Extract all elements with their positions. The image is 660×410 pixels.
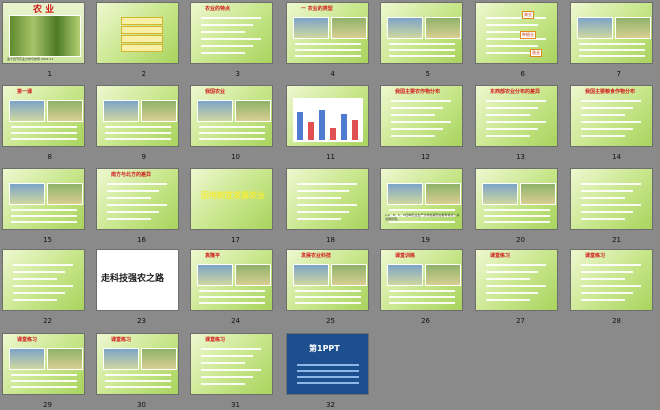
slide-thumbnail-27[interactable]: 课堂练习	[475, 249, 558, 311]
slide-thumbnail-1[interactable]: 农 业第十四节农业分布与布局 2024 01	[2, 2, 85, 64]
slide-thumbnail-23[interactable]: 走科技强农之路	[96, 249, 179, 311]
slide-thumbnail-2[interactable]	[96, 2, 179, 64]
slide-number: 1	[47, 70, 52, 78]
slide-thumbnail-18[interactable]	[286, 168, 369, 230]
slide-number: 28	[612, 317, 621, 325]
slide-thumbnail-5[interactable]	[380, 2, 463, 64]
slide-thumbnail-8[interactable]: 第一课	[2, 85, 85, 147]
slide-number: 23	[137, 317, 146, 325]
slide-number: 4	[330, 70, 335, 78]
slide-thumbnail-31[interactable]: 课堂练习	[190, 333, 273, 395]
slide-number: 14	[612, 153, 621, 161]
slide-thumbnail-10[interactable]: 我国农业	[190, 85, 273, 147]
slide-number: 27	[516, 317, 525, 325]
slide-number: 20	[516, 236, 525, 244]
slide-number: 26	[421, 317, 430, 325]
slide-number: 8	[47, 153, 52, 161]
slide-number: 15	[43, 236, 52, 244]
slide-thumbnail-16[interactable]: 南方与北方的差异	[96, 168, 179, 230]
slide-number: 10	[231, 153, 240, 161]
slide-number: 30	[137, 401, 146, 409]
slide-thumbnail-14[interactable]: 我国主要粮食作物分布	[570, 85, 653, 147]
slide-number: 24	[231, 317, 240, 325]
slide-thumbnail-25[interactable]: 发展农业科技	[286, 249, 369, 311]
slide-thumbnail-3[interactable]: 农业的特点	[190, 2, 273, 64]
slide-thumbnail-11[interactable]	[286, 85, 369, 147]
slide-thumbnail-9[interactable]	[96, 85, 179, 147]
slide-number: 32	[326, 401, 335, 409]
slide-number: 18	[326, 236, 335, 244]
slide-thumbnail-30[interactable]: 课堂练习	[96, 333, 179, 395]
slide-thumbnail-17[interactable]: 因地制宜发展农业	[190, 168, 273, 230]
slide-thumbnail-28[interactable]: 课堂练习	[570, 249, 653, 311]
slide-number: 12	[421, 153, 430, 161]
slide-thumbnail-21[interactable]	[570, 168, 653, 230]
slide-number: 29	[43, 401, 52, 409]
slide-number: 17	[231, 236, 240, 244]
slide-thumbnail-13[interactable]: 东西部农业分布的差异	[475, 85, 558, 147]
slide-number: 11	[326, 153, 335, 161]
slide-thumbnail-22[interactable]	[2, 249, 85, 311]
slide-thumbnail-7[interactable]	[570, 2, 653, 64]
slide-thumbnail-4[interactable]: 一 农业的类型	[286, 2, 369, 64]
slide-thumbnail-15[interactable]	[2, 168, 85, 230]
slide-thumbnail-32[interactable]: 第1PPT	[286, 333, 369, 395]
slide-thumbnail-6[interactable]: 林业 种植业 渔业	[475, 2, 558, 64]
slide-thumbnail-20[interactable]	[475, 168, 558, 230]
slide-number: 9	[141, 153, 146, 161]
slide-number: 19	[421, 236, 430, 244]
slide-number: 22	[43, 317, 52, 325]
slide-thumbnail-24[interactable]: 袁隆平	[190, 249, 273, 311]
slide-number: 3	[235, 70, 240, 78]
slide-number: 2	[141, 70, 146, 78]
slide-number: 7	[616, 70, 621, 78]
slide-number: 6	[520, 70, 525, 78]
slide-number: 25	[326, 317, 335, 325]
slide-number: 21	[612, 236, 621, 244]
slide-thumbnail-29[interactable]: 课堂练习	[2, 333, 85, 395]
slide-thumbnail-26[interactable]: 课堂训练	[380, 249, 463, 311]
slide-number: 31	[231, 401, 240, 409]
slide-number: 13	[516, 153, 525, 161]
slide-number: 5	[425, 70, 430, 78]
slide-thumbnail-19[interactable]: 1.A、B、C、D四种农业生产分布和其形态各有特点？请说明原因。	[380, 168, 463, 230]
slide-number: 16	[137, 236, 146, 244]
slide-thumbnail-12[interactable]: 我国主要农作物分布	[380, 85, 463, 147]
